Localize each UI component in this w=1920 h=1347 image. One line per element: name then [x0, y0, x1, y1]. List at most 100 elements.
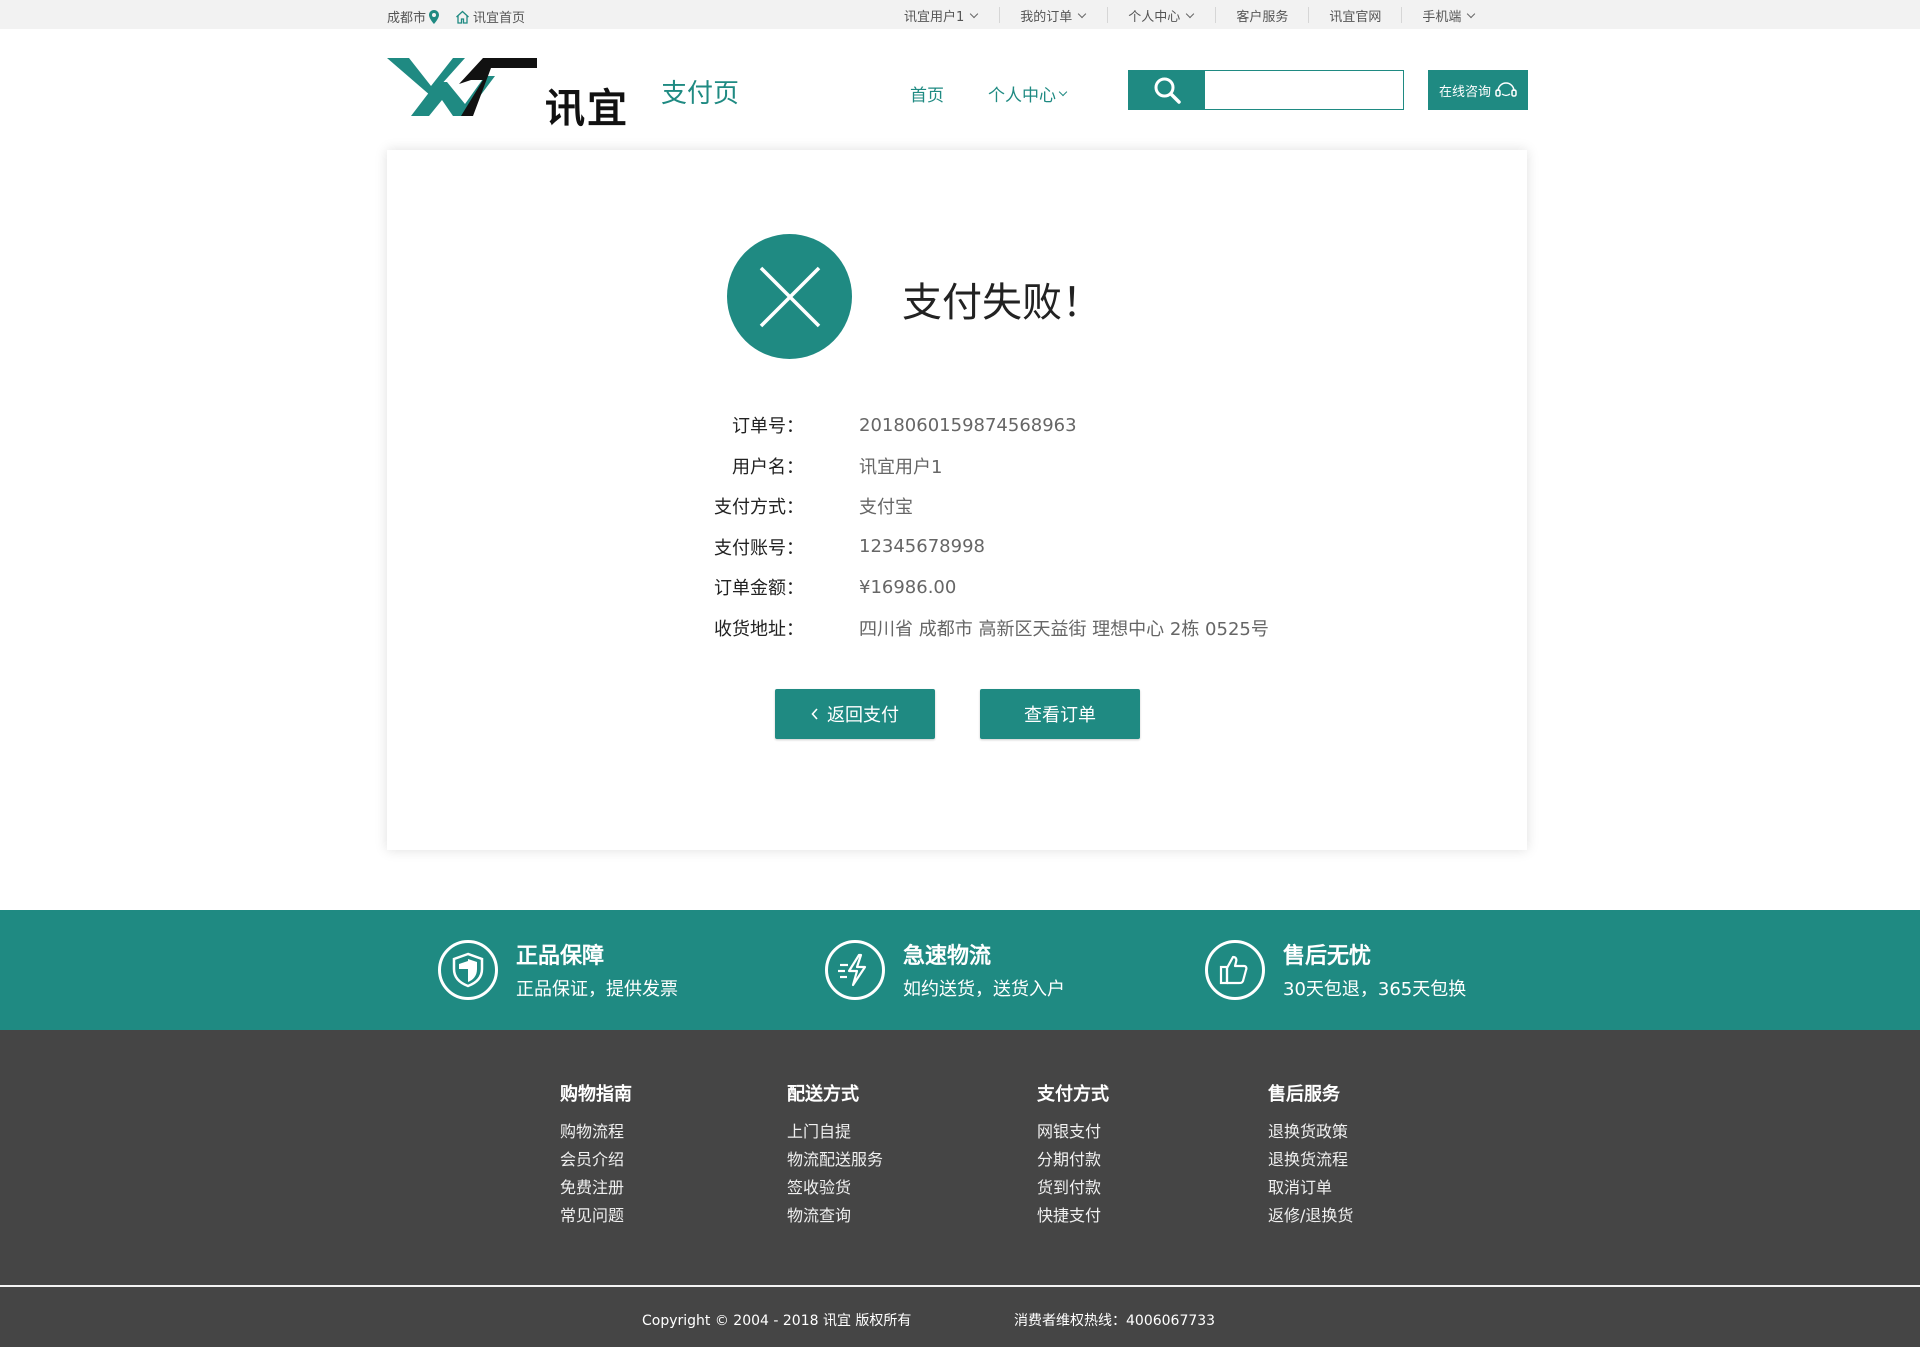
feature-after-sales: 售后无忧 30天包退，365天包换: [1205, 938, 1466, 1001]
chevron-left-icon: [811, 708, 818, 720]
search-icon: [1154, 77, 1181, 104]
topbar-mobile[interactable]: 手机端: [1401, 7, 1496, 25]
home-icon: [456, 10, 469, 24]
info-row-username: 用户名： 讯宜用户1: [647, 446, 1347, 487]
consumer-hotline: 消费者维权热线：4006067733: [1014, 1313, 1216, 1329]
info-value: 讯宜用户1: [859, 456, 943, 478]
feature-genuine: 正品保障 正品保证，提供发票: [438, 938, 678, 1001]
service-guarantee-band: 正品保障 正品保证，提供发票 急速物流 如约送货，送货入户 售后无忧 30天包退…: [0, 910, 1920, 1030]
shield-icon: [452, 952, 484, 987]
search-input[interactable]: [1205, 71, 1403, 109]
footer-link[interactable]: 快捷支付: [1037, 1202, 1109, 1230]
nav-home[interactable]: 首页: [910, 81, 944, 106]
footer-column-after-sales: 售后服务 退换货政策 退换货流程 取消订单 返修/退换货: [1268, 1080, 1353, 1230]
footer-link[interactable]: 退换货流程: [1268, 1146, 1353, 1174]
view-order-label: 查看订单: [1024, 705, 1096, 726]
thumbs-up-icon: [1219, 955, 1248, 984]
consult-label: 在线咨询: [1438, 84, 1491, 100]
view-order-button[interactable]: 查看订单: [980, 689, 1140, 739]
info-row-payment-account: 支付账号： 12345678998: [647, 527, 1347, 568]
chevron-down-icon: [1467, 9, 1476, 18]
topbar-personal-label: 个人中心: [1128, 9, 1181, 25]
nav-personal-label: 个人中心: [988, 86, 1056, 106]
info-label: 支付方式：: [714, 497, 804, 519]
footer-link[interactable]: 分期付款: [1037, 1146, 1109, 1174]
footer-divider: [0, 1285, 1920, 1287]
feature-icon-ring: [438, 939, 498, 1000]
payment-result-card: 支付失败！ 订单号： 2018060159874568963 用户名： 讯宜用户1 …: [387, 150, 1527, 850]
footer-link[interactable]: 签收验货: [787, 1174, 883, 1202]
footer-link[interactable]: 网银支付: [1037, 1118, 1109, 1146]
nav-home-label: 首页: [910, 86, 944, 106]
footer-link[interactable]: 取消订单: [1268, 1174, 1353, 1202]
info-row-order-number: 订单号： 2018060159874568963: [647, 405, 1347, 446]
logo-mark-icon: [387, 58, 537, 116]
footer-link[interactable]: 返修/退换货: [1268, 1202, 1353, 1230]
close-icon: [759, 266, 820, 327]
back-to-payment-button[interactable]: 返回支付: [775, 689, 935, 739]
nav-personal-center[interactable]: 个人中心: [988, 81, 1068, 106]
chevron-down-icon: [1186, 9, 1195, 18]
info-label: 支付账号：: [714, 537, 804, 559]
footer-link[interactable]: 物流查询: [787, 1202, 883, 1230]
chevron-down-icon: [970, 9, 979, 18]
info-value: 支付宝: [859, 497, 913, 519]
online-consult-button[interactable]: 在线咨询: [1428, 70, 1528, 110]
footer-link[interactable]: 常见问题: [560, 1202, 632, 1230]
footer-column-heading: 支付方式: [1037, 1084, 1109, 1105]
home-link-label: 讯宜首页: [473, 11, 526, 26]
copyright: Copyright © 2004 - 2018 讯宜 版权所有: [642, 1313, 912, 1329]
topbar-customer-service[interactable]: 客户服务: [1215, 7, 1308, 25]
topbar-mobile-label: 手机端: [1422, 9, 1462, 25]
info-value: 四川省 成都市 高新区天益街 理想中心 2栋 0525号: [859, 618, 1269, 640]
info-value: 12345678998: [859, 536, 985, 558]
topbar-orders-label: 我的订单: [1020, 9, 1073, 25]
info-label: 订单号：: [732, 416, 804, 438]
feature-title: 急速物流: [903, 944, 992, 969]
footer-column-heading: 售后服务: [1268, 1084, 1340, 1105]
home-link[interactable]: 讯宜首页: [455, 7, 525, 26]
topbar-user-menu[interactable]: 讯宜用户1: [888, 7, 999, 25]
back-to-payment-label: 返回支付: [827, 705, 899, 726]
footer-link[interactable]: 货到付款: [1037, 1174, 1109, 1202]
logo[interactable]: 讯宜: [387, 56, 629, 132]
footer-link[interactable]: 退换货政策: [1268, 1118, 1353, 1146]
search-box: [1128, 70, 1404, 110]
feature-title: 售后无忧: [1283, 944, 1372, 969]
chevron-down-icon: [1058, 87, 1068, 97]
city-selector[interactable]: 成都市: [387, 7, 440, 26]
info-row-payment-method: 支付方式： 支付宝: [647, 486, 1347, 527]
city-label: 成都市: [387, 11, 427, 26]
action-buttons: 返回支付 查看订单: [775, 689, 1140, 739]
info-label: 用户名：: [732, 456, 804, 478]
failure-badge: [727, 234, 852, 359]
footer-column-heading: 配送方式: [787, 1084, 859, 1105]
lightning-icon: [838, 953, 867, 986]
info-value: ¥16986.00: [859, 576, 957, 598]
footer-column-shopping-guide: 购物指南 购物流程 会员介绍 免费注册 常见问题: [560, 1080, 632, 1230]
search-button[interactable]: [1129, 71, 1205, 109]
footer-link[interactable]: 会员介绍: [560, 1146, 632, 1174]
feature-icon-ring: [825, 939, 885, 1000]
footer-link[interactable]: 购物流程: [560, 1118, 632, 1146]
page-name: 支付页: [661, 79, 740, 109]
info-label: 订单金额：: [714, 578, 804, 600]
top-bar: 成都市 讯宜首页 讯宜用户1 我的订单 个人中心 客户服务 讯宜官网 手机端: [0, 0, 1920, 29]
footer-column-heading: 购物指南: [560, 1084, 632, 1105]
footer-link[interactable]: 免费注册: [560, 1174, 632, 1202]
footer-column-payment: 支付方式 网银支付 分期付款 货到付款 快捷支付: [1037, 1080, 1109, 1230]
topbar-service-label: 客户服务: [1236, 9, 1289, 25]
topbar-user-label: 讯宜用户1: [904, 9, 965, 25]
footer: 购物指南 购物流程 会员介绍 免费注册 常见问题 配送方式 上门自提 物流配送服…: [0, 1030, 1920, 1347]
topbar-my-orders[interactable]: 我的订单: [999, 7, 1107, 25]
footer-column-delivery: 配送方式 上门自提 物流配送服务 签收验货 物流查询: [787, 1080, 883, 1230]
feature-title: 正品保障: [516, 944, 605, 969]
headset-icon: [1495, 82, 1517, 97]
info-label: 收货地址：: [714, 618, 804, 640]
chevron-down-icon: [1078, 9, 1087, 18]
footer-link[interactable]: 上门自提: [787, 1118, 883, 1146]
footer-link[interactable]: 物流配送服务: [787, 1146, 883, 1174]
topbar-personal-center[interactable]: 个人中心: [1107, 7, 1215, 25]
feature-desc: 30天包退，365天包换: [1283, 979, 1467, 1000]
topbar-official-site[interactable]: 讯宜官网: [1308, 7, 1401, 25]
